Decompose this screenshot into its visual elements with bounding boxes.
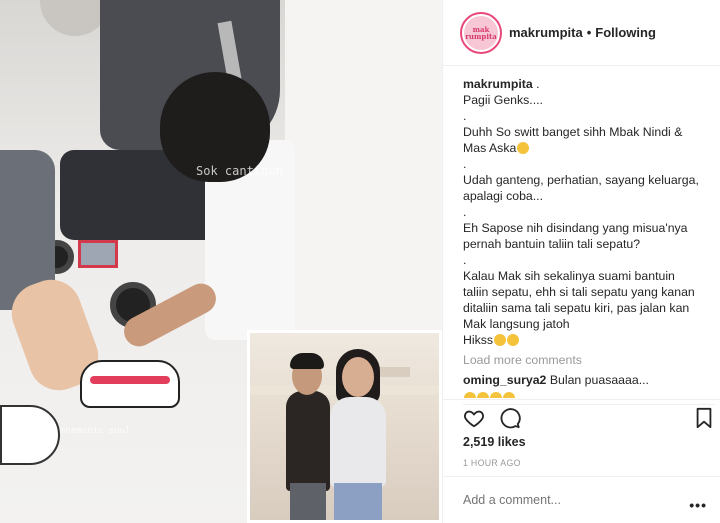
post-header: mak rumpita makrumpita • Following xyxy=(443,0,720,66)
inset-woman-head xyxy=(342,357,374,397)
following-button[interactable]: Following xyxy=(595,25,656,40)
caption-line: Udah ganteng, perhatian, sayang keluarga… xyxy=(463,173,699,187)
caption-line: Mak langsung jatoh xyxy=(463,317,570,331)
caption-line: Duhh So switt banget sihh Mbak Nindi & xyxy=(463,125,683,139)
caption-author-suffix: . xyxy=(536,77,540,91)
grimace-emoji-icon xyxy=(507,334,520,346)
add-comment-input[interactable] xyxy=(463,493,673,507)
comment-icon[interactable] xyxy=(499,407,521,429)
comment-text: Bulan puasaaaa... xyxy=(549,373,649,387)
post-sidebar: mak rumpita makrumpita • Following makru… xyxy=(442,0,720,523)
bookmark-icon[interactable] xyxy=(693,407,715,429)
post-timestamp[interactable]: 1 HOUR AGO xyxy=(463,458,521,468)
emoji-icon xyxy=(503,392,515,398)
heart-icon[interactable] xyxy=(463,407,485,429)
caption-line: Mas Aska xyxy=(463,141,517,155)
caption-line: apalagi coba... xyxy=(463,189,543,203)
caption-line: taliin sepatu, ehh si tali sepatu yang k… xyxy=(463,285,695,299)
inset-photo xyxy=(247,330,442,523)
caption-line: . xyxy=(463,109,467,123)
caption-line: . xyxy=(463,157,467,171)
inset-woman-legs xyxy=(334,483,382,520)
avatar-logo: mak rumpita xyxy=(464,15,498,50)
media-watermark-small: mnemonic soul xyxy=(60,426,131,436)
stroller-panel xyxy=(78,240,118,268)
sneaker-stripe xyxy=(90,376,170,384)
inset-man-body xyxy=(286,391,330,491)
caption-line-with-emoji: Hikss xyxy=(463,332,715,348)
caption-author[interactable]: makrumpita xyxy=(463,77,533,91)
emoji-icon xyxy=(464,392,476,398)
sneaker xyxy=(80,360,180,408)
more-options-icon[interactable]: ••• xyxy=(689,497,707,513)
caption-header: makrumpita . xyxy=(463,76,715,92)
comment-author[interactable]: oming_surya2 xyxy=(463,373,546,387)
avatar[interactable]: mak rumpita xyxy=(460,11,502,54)
caption-line: ditaliin sama tali sepatu kiri, pas jala… xyxy=(463,301,690,315)
caption-line: Eh Sapose nih disindang yang misua'nya xyxy=(463,221,688,235)
caption-line: pernah bantuin taliin tali sepatu? xyxy=(463,237,641,251)
media-wall xyxy=(285,0,442,330)
add-comment-bar: ••• xyxy=(443,476,720,523)
emoji-icon xyxy=(490,392,502,398)
inset-woman-body xyxy=(330,397,386,487)
username-link[interactable]: makrumpita xyxy=(509,25,583,40)
crying-emoji-icon xyxy=(494,334,507,346)
likes-count[interactable]: 2,519 likes xyxy=(463,435,526,449)
caption-line: Pagii Genks.... xyxy=(463,93,543,107)
caption-line-with-emoji: Mas Aska xyxy=(463,140,715,156)
caption-line: Hikss xyxy=(463,333,494,347)
media-watermark: Sok cantiqun xyxy=(196,164,283,178)
caption-line: . xyxy=(463,205,467,219)
action-divider xyxy=(443,399,720,400)
comment-item-truncated xyxy=(463,390,715,398)
inset-man-hair xyxy=(290,353,324,369)
caption-line: Kalau Mak sih sekalinya suami bantuin xyxy=(463,269,675,283)
comment-item: oming_surya2 Bulan puasaaaa... xyxy=(463,372,715,388)
emoji-icon xyxy=(477,392,489,398)
heart-eyes-emoji-icon xyxy=(517,142,530,154)
sneaker-left xyxy=(0,405,60,465)
inset-man-legs xyxy=(290,483,326,520)
action-bar xyxy=(443,399,720,432)
post-media[interactable]: Sok cantiqun mnemonic soul xyxy=(0,0,442,523)
load-more-comments-button[interactable]: Load more comments xyxy=(463,352,715,368)
header-separator: • xyxy=(586,25,592,40)
comments-section[interactable]: makrumpita . Pagii Genks.... . Duhh So s… xyxy=(463,76,715,398)
caption-line: . xyxy=(463,253,467,267)
